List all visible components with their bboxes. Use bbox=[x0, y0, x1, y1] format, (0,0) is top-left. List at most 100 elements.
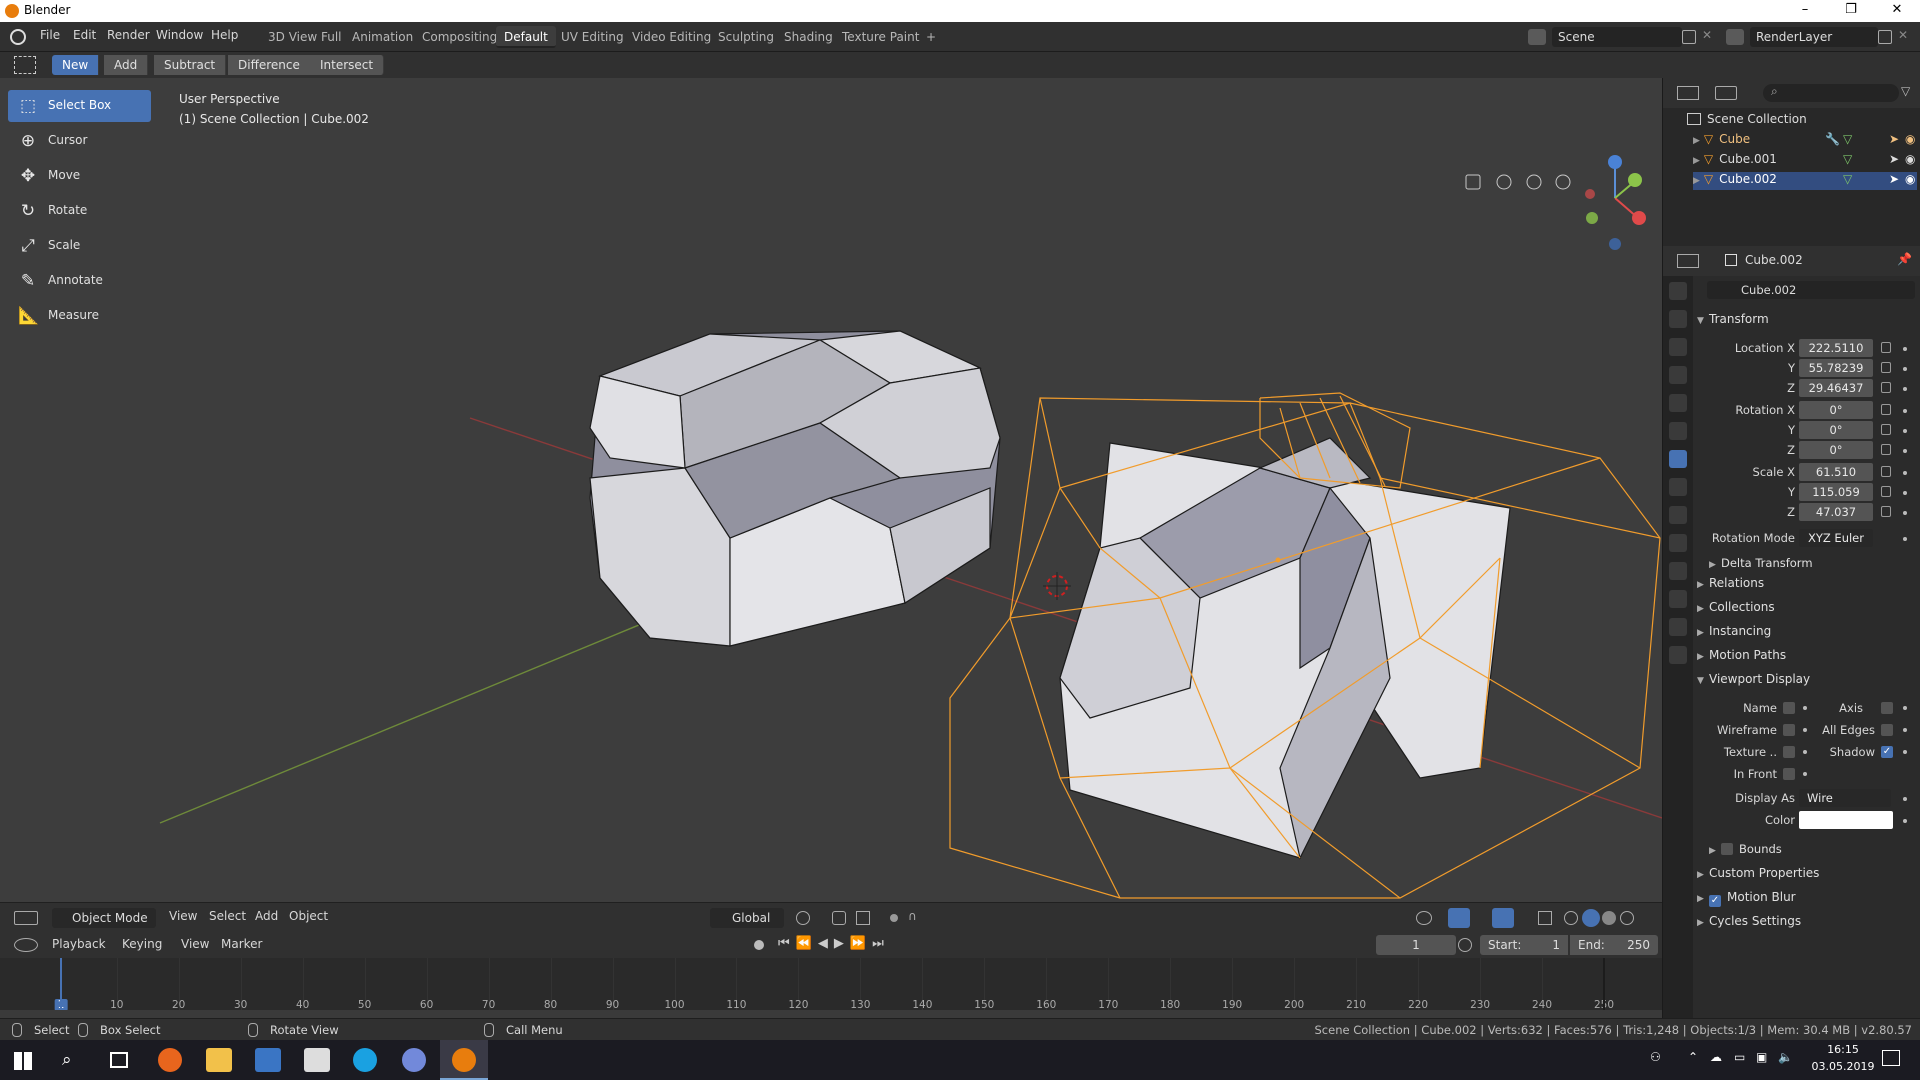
section-motion-paths[interactable]: ▶ Motion Paths bbox=[1697, 648, 1786, 662]
section-custom-properties[interactable]: ▶ Custom Properties bbox=[1697, 866, 1819, 880]
visibility-eye-icon[interactable]: ◉ bbox=[1905, 152, 1915, 166]
vd-name-checkbox[interactable] bbox=[1783, 702, 1795, 714]
lock-icon[interactable] bbox=[1881, 382, 1891, 393]
particles-tab-icon[interactable] bbox=[1669, 506, 1687, 524]
menu-object[interactable]: Object bbox=[289, 909, 328, 923]
visibility-eye-icon[interactable]: ◉ bbox=[1905, 172, 1915, 186]
tray-chevron-icon[interactable]: ⌃ bbox=[1688, 1050, 1698, 1064]
shading-material-icon[interactable] bbox=[1602, 911, 1616, 925]
vd-axis-checkbox[interactable] bbox=[1881, 702, 1893, 714]
tab-default[interactable]: Default bbox=[496, 26, 556, 48]
tool-scale[interactable]: ⤢ Scale bbox=[8, 230, 151, 262]
visibility-icon[interactable] bbox=[1416, 911, 1432, 925]
select-toggle-icon[interactable]: ➤ bbox=[1889, 152, 1899, 166]
tab-animation[interactable]: Animation bbox=[344, 26, 421, 48]
shading-wireframe-icon[interactable] bbox=[1564, 911, 1578, 925]
gizmo-toggle-icon[interactable] bbox=[1448, 908, 1470, 928]
pivot-point-icon[interactable] bbox=[796, 911, 810, 925]
outliner-search-input[interactable]: ⌕ bbox=[1763, 84, 1899, 102]
windows-start-icon[interactable] bbox=[14, 1052, 32, 1070]
mode-add-button[interactable]: Add bbox=[104, 55, 149, 75]
menu-view[interactable]: View bbox=[169, 909, 197, 923]
section-motion-blur[interactable]: ▶ ✓ Motion Blur bbox=[1697, 890, 1796, 907]
cube-object[interactable] bbox=[589, 330, 1001, 647]
keyframe-dot-icon[interactable] bbox=[1903, 750, 1907, 754]
keyframe-dot-icon[interactable] bbox=[1903, 537, 1907, 541]
keyframe-dot-icon[interactable] bbox=[1903, 797, 1907, 801]
lock-icon[interactable] bbox=[1881, 424, 1891, 435]
keyframe-dot-icon[interactable] bbox=[1903, 706, 1907, 710]
taskbar-blender-active[interactable] bbox=[440, 1040, 488, 1080]
tool-annotate[interactable]: ✎ Annotate bbox=[8, 265, 151, 297]
filter-icon[interactable]: ▽ bbox=[1901, 84, 1910, 98]
menu-window[interactable]: Window bbox=[156, 28, 203, 42]
delete-renderlayer-icon[interactable]: ✕ bbox=[1898, 28, 1908, 42]
pin-icon[interactable]: 📌 bbox=[1897, 252, 1912, 266]
timeline-editor-icon[interactable] bbox=[14, 938, 38, 952]
vd-texture-checkbox[interactable] bbox=[1783, 746, 1795, 758]
location-y-field[interactable]: 55.78239 bbox=[1799, 359, 1873, 377]
lock-icon[interactable] bbox=[1881, 342, 1891, 353]
vd-shadow-checkbox[interactable]: ✓ bbox=[1881, 746, 1893, 758]
lock-icon[interactable] bbox=[1881, 486, 1891, 497]
network-icon[interactable]: ▣ bbox=[1756, 1050, 1767, 1064]
scale-y-field[interactable]: 115.059 bbox=[1799, 483, 1873, 501]
delete-scene-icon[interactable]: ✕ bbox=[1702, 28, 1712, 42]
3d-cursor-icon[interactable] bbox=[1043, 572, 1071, 600]
keyframe-dot-icon[interactable] bbox=[1903, 471, 1907, 475]
lock-icon[interactable] bbox=[1881, 444, 1891, 455]
tool-move[interactable]: ✥ Move bbox=[8, 160, 151, 192]
rotation-z-field[interactable]: 0° bbox=[1799, 441, 1873, 459]
tool-tab-icon[interactable] bbox=[1669, 282, 1687, 300]
outliner-item-cube-002[interactable]: ▶ ▽ Cube.002 ▽ ➤ ◉ bbox=[1693, 172, 1917, 190]
render-tab-icon[interactable] bbox=[1669, 310, 1687, 328]
menu-render[interactable]: Render bbox=[107, 28, 150, 42]
skype-icon[interactable] bbox=[353, 1048, 377, 1072]
tab-sculpting[interactable]: Sculpting bbox=[710, 26, 782, 48]
keyframe-dot-icon[interactable] bbox=[1903, 387, 1907, 391]
shading-rendered-icon[interactable] bbox=[1620, 911, 1634, 925]
menu-file[interactable]: File bbox=[40, 28, 60, 42]
modifier-tab-icon[interactable] bbox=[1669, 478, 1687, 496]
section-viewport-display[interactable]: ▼ Viewport Display bbox=[1697, 672, 1810, 686]
playback-controls-icon[interactable]: ⏮⏪◀▶⏩⏭ bbox=[778, 936, 890, 951]
select-toggle-icon[interactable]: ➤ bbox=[1889, 172, 1899, 186]
constraints-tab-icon[interactable] bbox=[1669, 562, 1687, 580]
mode-subtract-button[interactable]: Subtract bbox=[154, 55, 227, 75]
tab-compositing[interactable]: Compositing bbox=[414, 26, 505, 48]
tool-cursor[interactable]: ⊕ Cursor bbox=[8, 125, 151, 157]
tool-select-box[interactable]: ⬚ Select Box bbox=[8, 90, 151, 122]
keyframe-dot-icon[interactable] bbox=[1903, 347, 1907, 351]
timeline-area[interactable]: 1102030405060708090100110120130140150160… bbox=[0, 958, 1662, 1018]
timeline-scrollbar[interactable] bbox=[0, 1010, 1662, 1018]
falloff-icon[interactable]: ∩ bbox=[908, 909, 917, 923]
bounds-checkbox[interactable] bbox=[1721, 843, 1733, 855]
tool-rotate[interactable]: ↻ Rotate bbox=[8, 195, 151, 227]
location-z-field[interactable]: 29.46437 bbox=[1799, 379, 1873, 397]
scale-x-field[interactable]: 61.510 bbox=[1799, 463, 1873, 481]
proportional-edit-icon[interactable] bbox=[890, 914, 898, 922]
camera-icon[interactable] bbox=[1496, 174, 1512, 190]
minimize-button[interactable]: – bbox=[1782, 2, 1828, 17]
people-icon[interactable]: ⚇ bbox=[1650, 1050, 1661, 1064]
notification-icon[interactable] bbox=[1882, 1050, 1900, 1066]
keyframe-dot-icon[interactable] bbox=[1903, 491, 1907, 495]
navigation-gizmo[interactable] bbox=[1585, 155, 1646, 250]
vd-display-as-dropdown[interactable]: Wire bbox=[1799, 789, 1891, 807]
discord-icon[interactable] bbox=[402, 1048, 426, 1072]
display-icon[interactable]: ▭ bbox=[1734, 1050, 1745, 1064]
task-view-icon[interactable] bbox=[110, 1052, 128, 1068]
lock-icon[interactable] bbox=[1881, 404, 1891, 415]
texture-tab-icon[interactable] bbox=[1669, 646, 1687, 664]
renderlayer-browse-icon[interactable] bbox=[1726, 29, 1744, 45]
keyframe-dot-icon[interactable] bbox=[1903, 728, 1907, 732]
clock-time[interactable]: 16:15 bbox=[1818, 1043, 1868, 1056]
start-frame-field[interactable]: Start: 1 bbox=[1480, 935, 1568, 955]
scene-browse-icon[interactable] bbox=[1528, 29, 1546, 45]
menu-add[interactable]: Add bbox=[255, 909, 278, 923]
outliner-editor-icon[interactable] bbox=[1677, 86, 1699, 100]
vd-wireframe-checkbox[interactable] bbox=[1783, 724, 1795, 736]
record-icon[interactable] bbox=[754, 940, 764, 950]
close-button[interactable]: ✕ bbox=[1874, 2, 1920, 17]
keyframe-dot-icon[interactable] bbox=[1903, 819, 1907, 823]
